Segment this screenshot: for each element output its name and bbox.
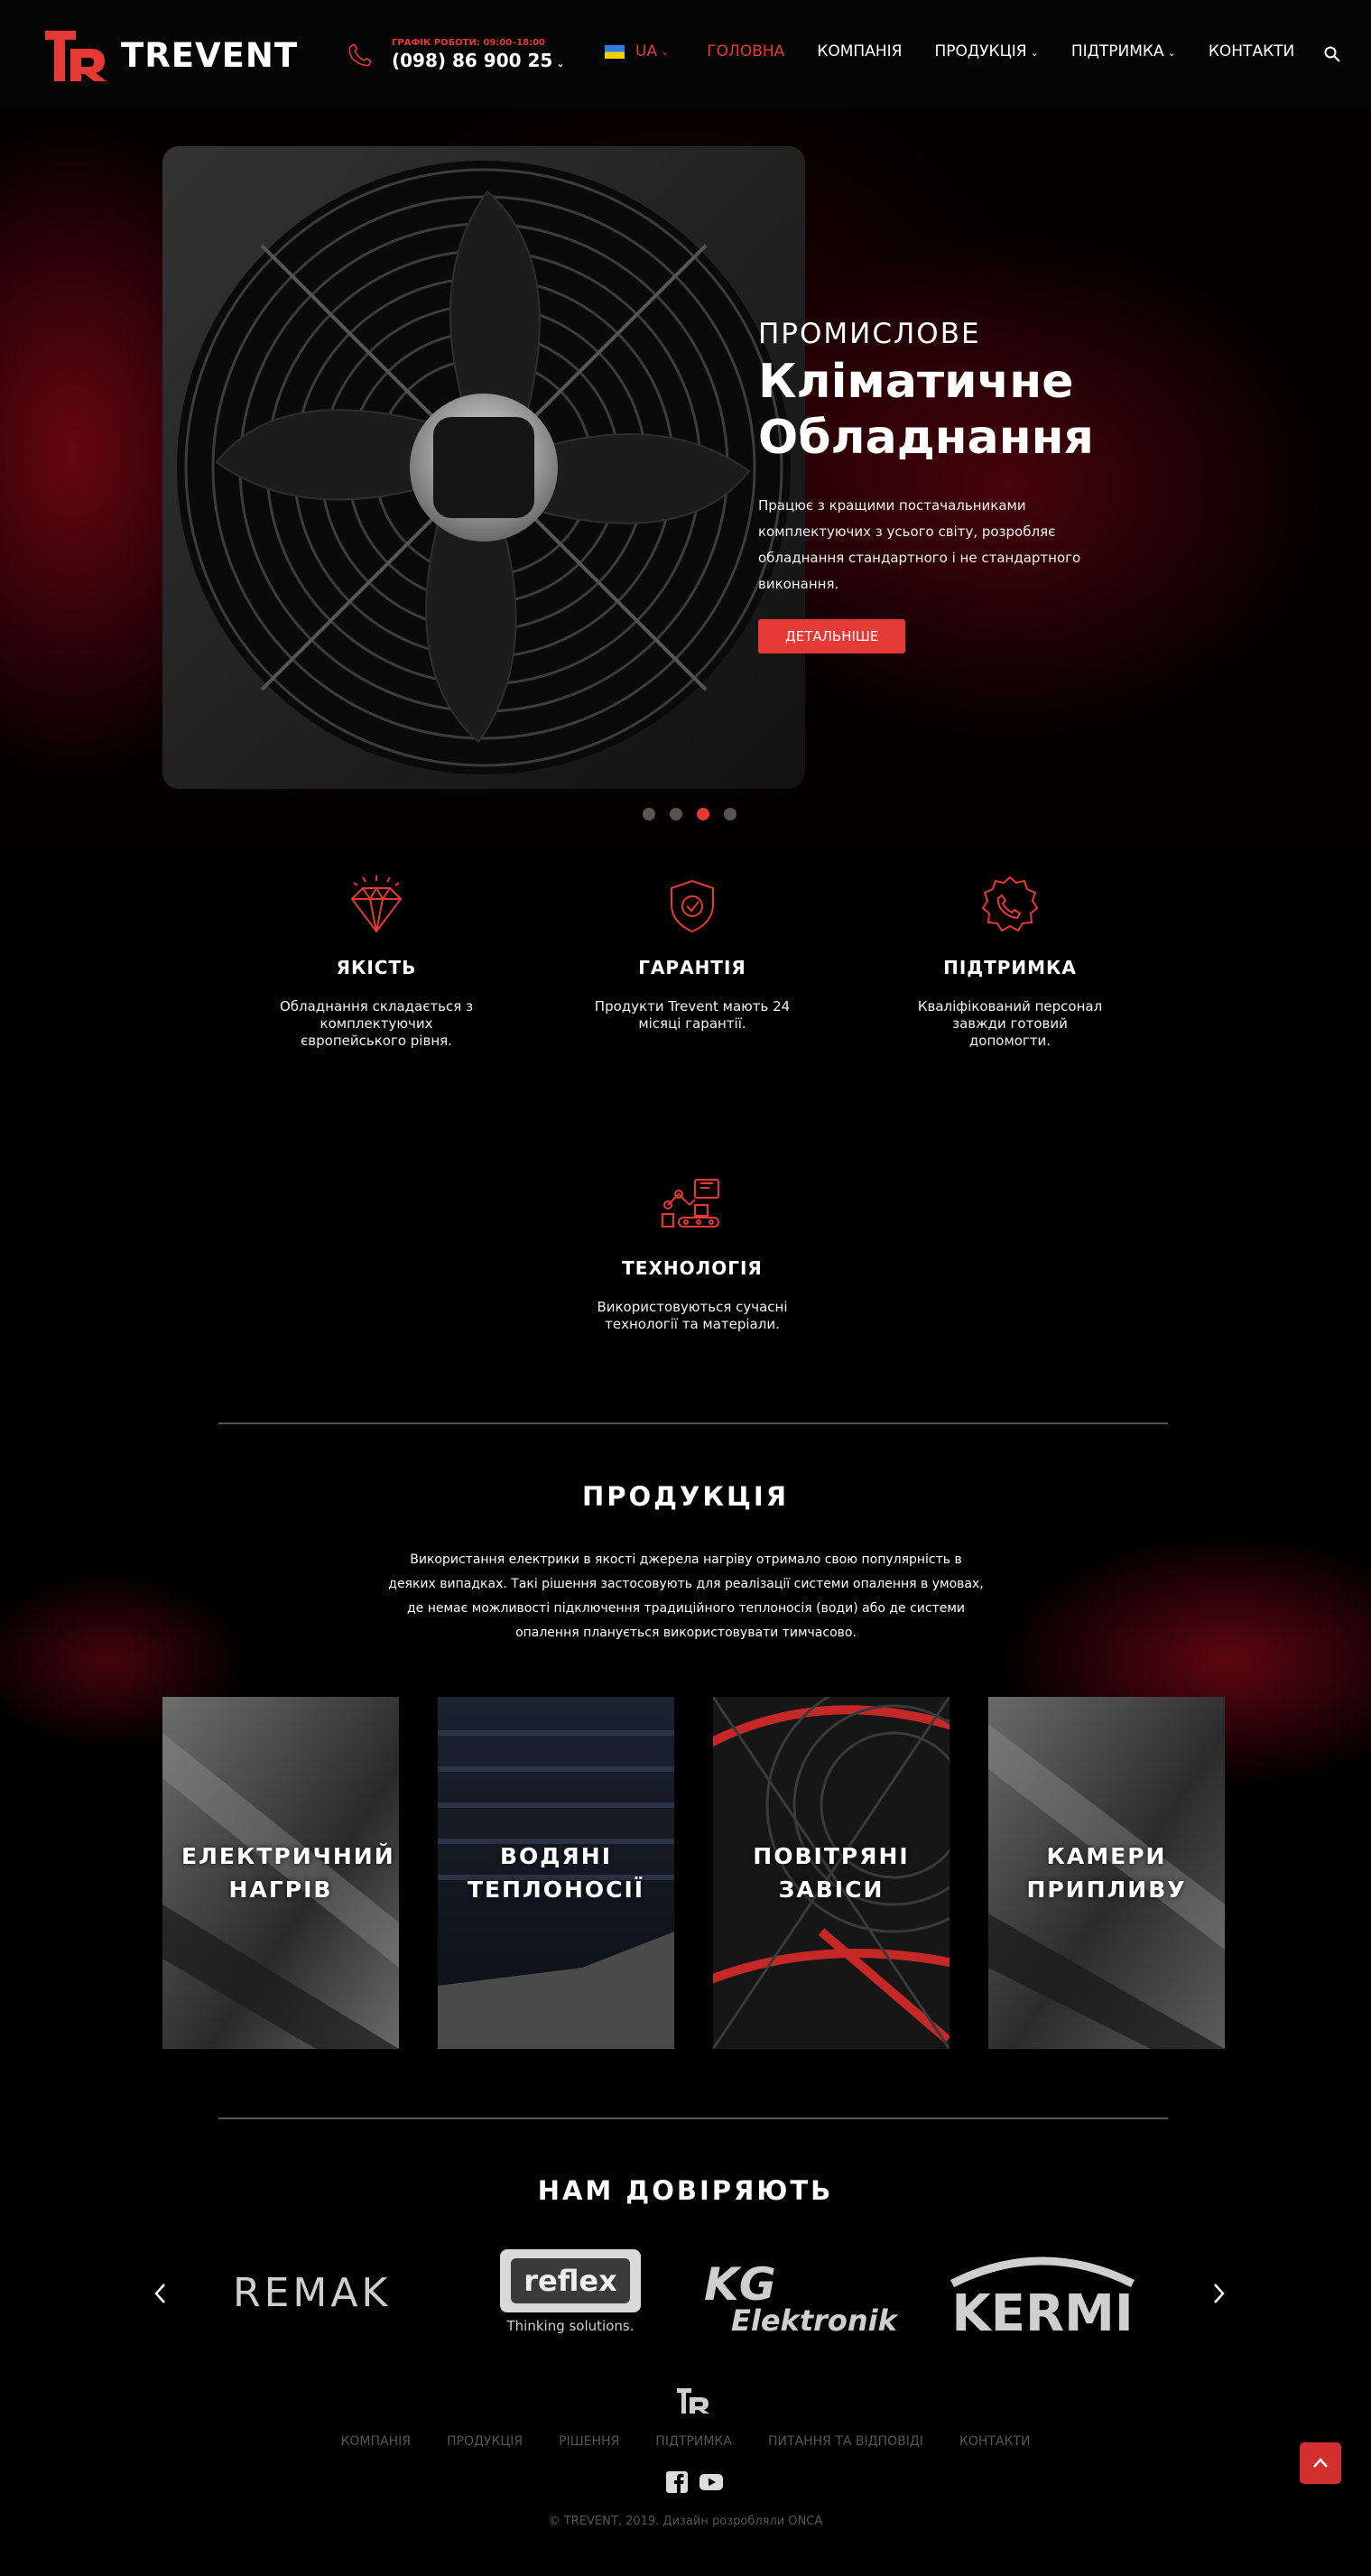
social-links	[664, 2469, 733, 2495]
header: TREVENT ГРАФІК РОБОТИ: 09:00–18:00 (098)…	[0, 0, 1371, 108]
footer-link-products[interactable]: ПРОДУКЦІЯ	[447, 2434, 523, 2449]
slider-dot-2[interactable]	[670, 808, 682, 820]
chevron-left-icon[interactable]	[150, 2280, 171, 2307]
work-schedule: ГРАФІК РОБОТИ: 09:00–18:00	[392, 38, 546, 48]
hero-description: Працює з кращими постачальниками комплек…	[758, 497, 1081, 592]
hero-slider: ПРОМИСЛОВЕ Кліматичне Обладнання Працює …	[0, 108, 1371, 839]
shield-check-icon	[671, 879, 714, 933]
support-phone-icon	[981, 876, 1039, 932]
hero-text: ПРОМИСЛОВЕ Кліматичне Обладнання Працює …	[758, 318, 1137, 653]
main-nav: UA ⌄ ГОЛОВНА КОМПАНІЯ ПРОДУКЦІЯ ⌄ ПІДТРИМ…	[605, 42, 1327, 60]
scroll-to-top-button[interactable]	[1300, 2442, 1341, 2484]
products-title: ПРОДУКЦІЯ	[581, 1481, 790, 1512]
chevron-down-icon: ⌄	[661, 45, 670, 58]
logo-text: TREVENT	[121, 35, 299, 75]
product-card-label: ПОВІТРЯНІ ЗАВІСИ	[753, 1843, 910, 1903]
hero-title: Кліматичне Обладнання	[758, 355, 1094, 465]
footer-link-support[interactable]: ПІДТРИМКА	[655, 2434, 732, 2449]
feature-warranty: ГАРАНТІЯ Продукти Trevent мають 24 місяц…	[593, 872, 792, 1033]
copyright: © TREVENT, 2019. Дизайн розробляли ONCA	[548, 2515, 823, 2528]
feature-text: Використовуються сучасні технології та м…	[597, 1299, 788, 1332]
nav-item-support[interactable]: ПІДТРИМКА ⌄	[1071, 42, 1176, 60]
chevron-down-icon: ⌄	[1167, 47, 1176, 59]
diamond-icon	[350, 876, 403, 933]
partners-title: НАМ ДОВІРЯЮТЬ	[537, 2175, 834, 2206]
feature-technology: ТЕХНОЛОГІЯ Використовуються сучасні техн…	[593, 1172, 792, 1333]
svg-text:Elektronik: Elektronik	[731, 2303, 899, 2338]
divider	[218, 1422, 1168, 1424]
slider-dots	[643, 808, 751, 820]
feature-title: ТЕХНОЛОГІЯ	[622, 1257, 763, 1279]
slider-dot-4[interactable]	[724, 808, 736, 820]
feature-quality: ЯКІСТЬ Обладнання складається з комплект…	[277, 872, 476, 1050]
partner-logo-kg-elektronik[interactable]: KG Elektronik	[704, 2247, 912, 2338]
language-label: UA	[635, 42, 658, 60]
feature-title: ЯКІСТЬ	[336, 957, 417, 978]
partner-logo-remak[interactable]: REMAK	[233, 2247, 440, 2338]
product-card-label: ЕЛЕКТРИЧНИЙ НАГРІВ	[181, 1843, 395, 1903]
footer-link-solutions[interactable]: РІШЕННЯ	[559, 2434, 619, 2449]
product-card-label: КАМЕРИ ПРИПЛИВУ	[1026, 1843, 1187, 1903]
phone-block[interactable]: ГРАФІК РОБОТИ: 09:00–18:00 (098) 86 900 …	[347, 38, 565, 71]
chevron-up-icon	[1313, 2458, 1328, 2468]
feature-support: ПІДТРИМКА Кваліфікований персонал завжди…	[911, 872, 1109, 1050]
industrial-fan-image	[162, 146, 805, 789]
slider-dot-3[interactable]	[697, 808, 709, 820]
nav-item-products[interactable]: ПРОДУКЦІЯ ⌄	[934, 42, 1038, 60]
feature-title: ПІДТРИМКА	[943, 957, 1077, 978]
svg-text:REMAK: REMAK	[233, 2270, 391, 2316]
footer-logo[interactable]	[675, 2386, 711, 2415]
feature-text: Кваліфікований персонал завжди готовий д…	[917, 998, 1103, 1049]
product-card-label: ВОДЯНІ ТЕПЛОНОСІЇ	[467, 1843, 645, 1903]
slider-dot-1[interactable]	[643, 808, 655, 820]
nav-item-company[interactable]: КОМПАНІЯ	[817, 42, 902, 60]
nav-item-home[interactable]: ГОЛОВНА	[707, 42, 784, 60]
product-card-air-curtains[interactable]: ПОВІТРЯНІ ЗАВІСИ	[713, 1697, 950, 2049]
chevron-down-icon: ⌄	[1030, 47, 1039, 59]
phone-icon	[348, 42, 372, 66]
svg-text:reflex: reflex	[523, 2264, 617, 2298]
divider	[218, 2117, 1168, 2119]
svg-text:Thinking solutions.: Thinking solutions.	[506, 2318, 635, 2334]
feature-text: Продукти Trevent мають 24 місяці гаранті…	[594, 998, 791, 1032]
nav-item-contacts[interactable]: КОНТАКТИ	[1209, 42, 1294, 60]
feature-title: ГАРАНТІЯ	[638, 957, 746, 978]
youtube-icon[interactable]	[699, 2469, 724, 2495]
products-description: Використання електрики в якості джерела …	[388, 1552, 984, 1640]
language-selector[interactable]: UA ⌄	[605, 42, 669, 60]
ukraine-flag-icon	[605, 44, 625, 59]
robot-arm-icon	[662, 1179, 719, 1228]
trevent-logo-mark	[45, 31, 107, 81]
logo[interactable]: TREVENT	[43, 27, 298, 83]
search-icon[interactable]	[1323, 45, 1341, 63]
footer-link-contacts[interactable]: КОНТАКТИ	[959, 2434, 1031, 2449]
chevron-right-icon[interactable]	[1208, 2280, 1229, 2307]
chevron-down-icon: ⌄	[556, 58, 565, 69]
facebook-icon[interactable]	[664, 2469, 690, 2495]
hero-kicker: ПРОМИСЛОВЕ	[758, 318, 981, 350]
details-button[interactable]: ДЕТАЛЬНІШЕ	[758, 619, 906, 653]
footer-link-company[interactable]: КОМПАНІЯ	[340, 2434, 411, 2449]
feature-text: Обладнання складається з комплектуючих є…	[279, 998, 474, 1049]
partner-logo-kermi[interactable]: KERMI	[943, 2247, 1142, 2338]
partner-logo-reflex[interactable]: reflex Thinking solutions.	[496, 2247, 650, 2338]
footer-nav: КОМПАНІЯ ПРОДУКЦІЯ РІШЕННЯ ПІДТРИМКА ПИТ…	[0, 2434, 1371, 2449]
footer-link-faq[interactable]: ПИТАННЯ ТА ВІДПОВІДІ	[768, 2434, 923, 2449]
svg-text:KERMI: KERMI	[951, 2284, 1133, 2338]
phone-number[interactable]: (098) 86 900 25 ⌄	[392, 50, 565, 71]
product-card-supply-chambers[interactable]: КАМЕРИ ПРИПЛИВУ	[988, 1697, 1225, 2049]
product-card-water-heating[interactable]: ВОДЯНІ ТЕПЛОНОСІЇ	[438, 1697, 674, 2049]
product-card-electric-heating[interactable]: ЕЛЕКТРИЧНИЙ НАГРІВ	[162, 1697, 399, 2049]
